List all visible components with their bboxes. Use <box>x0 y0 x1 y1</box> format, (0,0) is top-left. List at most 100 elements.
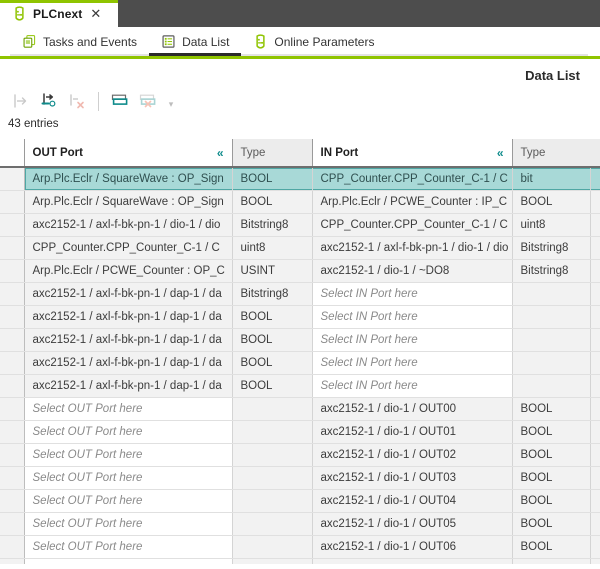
table-row[interactable]: axc2152-1 / axl-f-bk-pn-1 / dap-1 / da BO… <box>0 374 600 398</box>
cell-in-port[interactable]: axc2152-1 / dio-1 / OUT00 <box>311 397 512 421</box>
cell-in-port[interactable]: axc2152-1 / dio-1 / OUT02 <box>311 443 512 467</box>
table-row[interactable]: Select OUT Port here axc2152-1 / dio-1 / … <box>0 466 600 490</box>
cell-out-port[interactable]: Select OUT Port here <box>24 466 232 490</box>
cell-out-port[interactable]: Arp.Plc.Eclr / PCWE_Counter : OP_C <box>24 259 232 283</box>
cell-in-port[interactable]: Select IN Port here <box>311 374 512 398</box>
cell-in-port[interactable]: axc2152-1 / dio-1 / OUT07 <box>311 558 512 564</box>
data-list-grid[interactable]: OUT Port « Type IN Port « Type Arp.Plc.E… <box>0 139 600 564</box>
table-row[interactable]: CPP_Counter.CPP_Counter_C-1 / Cuint8 axc2… <box>0 236 600 260</box>
cell-out-port[interactable]: CPP_Counter.CPP_Counter_C-1 / C <box>24 236 232 260</box>
cell-out-port[interactable]: Arp.Plc.Eclr / SquareWave : OP_Sign <box>24 167 232 191</box>
row-gutter-cell[interactable] <box>0 351 25 375</box>
tab-data-list[interactable]: Data List <box>149 27 242 56</box>
tab-online-parameters[interactable]: Online Parameters <box>241 27 386 56</box>
cell-overflow <box>589 374 600 398</box>
cell-out-port[interactable]: Select OUT Port here <box>24 420 232 444</box>
table-row[interactable]: Arp.Plc.Eclr / SquareWave : OP_Sign BOOL A… <box>0 190 600 214</box>
cell-in-port[interactable]: axc2152-1 / axl-f-bk-pn-1 / dio-1 / dio <box>311 236 512 260</box>
cell-in-port[interactable]: axc2152-1 / dio-1 / OUT06 <box>311 535 512 559</box>
cell-out-port[interactable]: Arp.Plc.Eclr / SquareWave : OP_Sign <box>24 190 232 214</box>
column-header-in-port[interactable]: IN Port « <box>311 139 512 168</box>
row-gutter-cell[interactable] <box>0 328 25 352</box>
table-row[interactable]: Select OUT Port here axc2152-1 / dio-1 / … <box>0 535 600 559</box>
row-gutter-cell[interactable] <box>0 420 25 444</box>
column-header-type-in[interactable]: Type <box>511 139 590 168</box>
table-row[interactable]: axc2152-1 / axl-f-bk-pn-1 / dap-1 / da BO… <box>0 351 600 375</box>
cell-in-port[interactable]: Arp.Plc.Eclr / PCWE_Counter : IP_C <box>311 190 512 214</box>
row-gutter-cell[interactable] <box>0 190 25 214</box>
row-gutter-cell[interactable] <box>0 443 25 467</box>
row-gutter-cell[interactable] <box>0 397 25 421</box>
window-tab-plcnext[interactable]: PLCnext ✕ <box>0 0 118 27</box>
table-row[interactable]: axc2152-1 / axl-f-bk-pn-1 / dap-1 / da Bi… <box>0 282 600 306</box>
table-row[interactable]: Select OUT Port here axc2152-1 / dio-1 / … <box>0 443 600 467</box>
cell-out-port[interactable]: Select OUT Port here <box>24 535 232 559</box>
cell-type-out <box>231 512 312 536</box>
row-gutter-cell[interactable] <box>0 466 25 490</box>
column-header-in-port-label: IN Port <box>320 146 359 159</box>
cell-in-port[interactable]: CPP_Counter.CPP_Counter_C-1 / C <box>311 213 512 237</box>
insert-port-button[interactable] <box>8 88 34 114</box>
cell-out-port[interactable]: axc2152-1 / axl-f-bk-pn-1 / dap-1 / da <box>24 305 232 329</box>
table-row[interactable]: Select OUT Port here axc2152-1 / dio-1 / … <box>0 397 600 421</box>
table-row[interactable]: Select OUT Port here axc2152-1 / dio-1 / … <box>0 420 600 444</box>
table-row[interactable]: Select OUT Port here axc2152-1 / dio-1 / … <box>0 558 600 564</box>
table-row[interactable]: Select OUT Port here axc2152-1 / dio-1 / … <box>0 512 600 536</box>
cell-type-out: USINT <box>231 259 312 283</box>
cell-in-port[interactable]: axc2152-1 / dio-1 / OUT04 <box>311 489 512 513</box>
row-gutter-cell[interactable] <box>0 489 25 513</box>
cell-out-port[interactable]: Select OUT Port here <box>24 489 232 513</box>
cell-in-port[interactable]: Select IN Port here <box>311 328 512 352</box>
cell-overflow <box>589 259 600 283</box>
cell-type-out: BOOL <box>231 328 312 352</box>
cell-in-port[interactable]: axc2152-1 / dio-1 / OUT01 <box>311 420 512 444</box>
row-gutter-cell[interactable] <box>0 512 25 536</box>
cell-overflow <box>589 213 600 237</box>
cell-out-port[interactable]: Select OUT Port here <box>24 443 232 467</box>
row-gutter-cell[interactable] <box>0 282 25 306</box>
toolbar-overflow-button[interactable]: ▾ <box>163 89 179 113</box>
add-row-button[interactable] <box>107 88 133 114</box>
table-row[interactable]: axc2152-1 / axl-f-bk-pn-1 / dio-1 / dio B… <box>0 213 600 237</box>
table-row[interactable]: axc2152-1 / axl-f-bk-pn-1 / dap-1 / da BO… <box>0 305 600 329</box>
row-gutter-cell[interactable] <box>0 535 25 559</box>
collapse-in-port-icon[interactable]: « <box>491 147 504 159</box>
table-row[interactable]: axc2152-1 / axl-f-bk-pn-1 / dap-1 / da BO… <box>0 328 600 352</box>
remove-connection-icon <box>68 92 86 110</box>
row-gutter-cell[interactable] <box>0 259 25 283</box>
row-gutter-cell[interactable] <box>0 236 25 260</box>
cell-out-port[interactable]: axc2152-1 / axl-f-bk-pn-1 / dio-1 / dio <box>24 213 232 237</box>
row-gutter-cell[interactable] <box>0 558 25 564</box>
row-gutter-cell[interactable] <box>0 167 25 191</box>
cell-in-port[interactable]: Select IN Port here <box>311 351 512 375</box>
cell-in-port[interactable]: Select IN Port here <box>311 305 512 329</box>
cell-out-port[interactable]: axc2152-1 / axl-f-bk-pn-1 / dap-1 / da <box>24 351 232 375</box>
row-gutter-cell[interactable] <box>0 374 25 398</box>
cell-out-port[interactable]: axc2152-1 / axl-f-bk-pn-1 / dap-1 / da <box>24 374 232 398</box>
cell-out-port[interactable]: axc2152-1 / axl-f-bk-pn-1 / dap-1 / da <box>24 282 232 306</box>
column-header-out-port[interactable]: OUT Port « <box>23 139 232 168</box>
cell-in-port[interactable]: axc2152-1 / dio-1 / OUT05 <box>311 512 512 536</box>
cell-in-port[interactable]: Select IN Port here <box>311 282 512 306</box>
column-header-type-out[interactable]: Type <box>231 139 312 168</box>
collapse-out-port-icon[interactable]: « <box>211 147 224 159</box>
cell-overflow <box>589 489 600 513</box>
cell-out-port[interactable]: Select OUT Port here <box>24 512 232 536</box>
tab-tasks-and-events[interactable]: Tasks and Events <box>10 27 149 56</box>
cell-in-port[interactable]: axc2152-1 / dio-1 / OUT03 <box>311 466 512 490</box>
cell-in-port[interactable]: axc2152-1 / dio-1 / ~DO8 <box>311 259 512 283</box>
row-gutter-cell[interactable] <box>0 213 25 237</box>
close-icon[interactable]: ✕ <box>88 7 103 20</box>
cell-out-port[interactable]: Select OUT Port here <box>24 397 232 421</box>
cell-in-port[interactable]: CPP_Counter.CPP_Counter_C-1 / C <box>311 167 512 191</box>
cell-out-port[interactable]: axc2152-1 / axl-f-bk-pn-1 / dap-1 / da <box>24 328 232 352</box>
table-row[interactable]: Arp.Plc.Eclr / SquareWave : OP_Sign BOOL C… <box>0 167 600 191</box>
view-tab-bar: Tasks and Events Data List Online Parame… <box>0 27 600 56</box>
row-gutter-cell[interactable] <box>0 305 25 329</box>
table-row[interactable]: Arp.Plc.Eclr / PCWE_Counter : OP_C USINT a… <box>0 259 600 283</box>
add-connection-button[interactable] <box>36 88 62 114</box>
remove-connection-button[interactable] <box>64 88 90 114</box>
cell-out-port[interactable]: Select OUT Port here <box>24 558 232 564</box>
delete-row-button[interactable] <box>135 88 161 114</box>
table-row[interactable]: Select OUT Port here axc2152-1 / dio-1 / … <box>0 489 600 513</box>
